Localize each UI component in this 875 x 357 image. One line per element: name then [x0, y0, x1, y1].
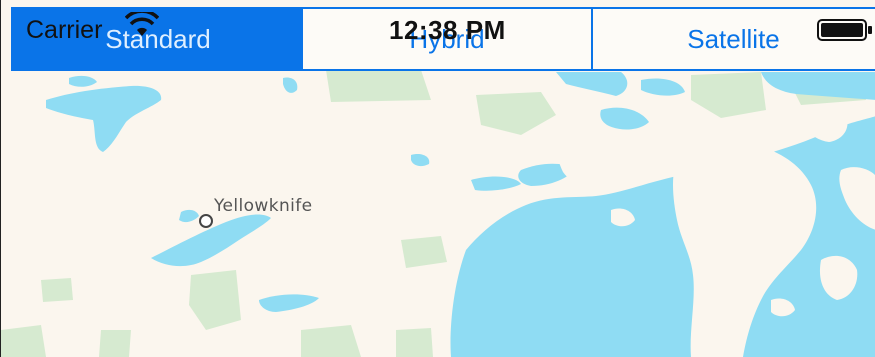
battery-icon [817, 19, 872, 41]
city-marker-icon[interactable] [199, 214, 213, 228]
city-label-yellowknife: Yellowknife [214, 196, 313, 216]
status-time: 12:38 PM [389, 15, 506, 45]
wifi-icon [125, 12, 159, 36]
carrier-label: Carrier [26, 16, 103, 44]
map-screen: Yellowknife Standard Hybrid Satellite Ca… [0, 0, 875, 357]
